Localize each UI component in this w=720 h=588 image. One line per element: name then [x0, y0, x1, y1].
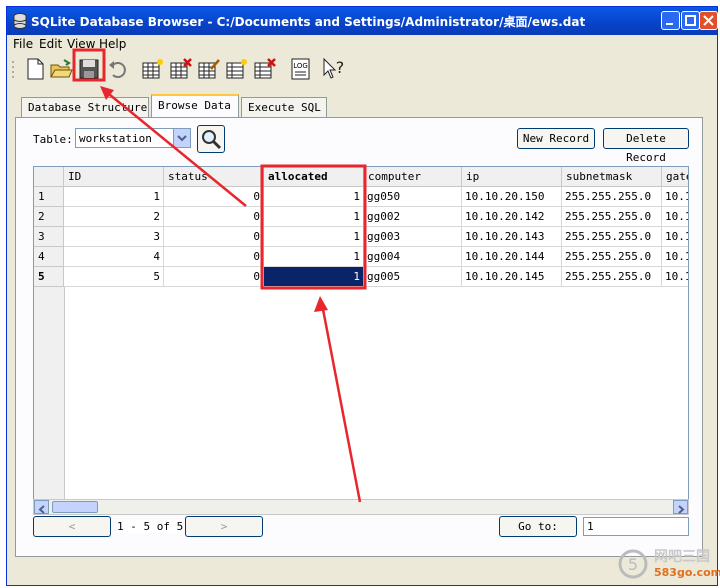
- watermark-url: 583go.com: [654, 566, 720, 579]
- watermark-logo-icon: 5: [618, 549, 648, 579]
- save-highlight-box: [72, 48, 106, 82]
- allocated-column-highlight-box: [260, 164, 367, 290]
- annotation-overlay: [72, 48, 367, 503]
- svg-text:5: 5: [628, 555, 638, 574]
- arrow-to-save: [103, 89, 247, 207]
- arrow-to-allocated: [320, 303, 362, 503]
- arrow-to-allocated-head: [314, 296, 328, 312]
- watermark: 5 网吧三国 583go.com: [618, 544, 720, 586]
- watermark-text: 网吧三国: [654, 549, 710, 565]
